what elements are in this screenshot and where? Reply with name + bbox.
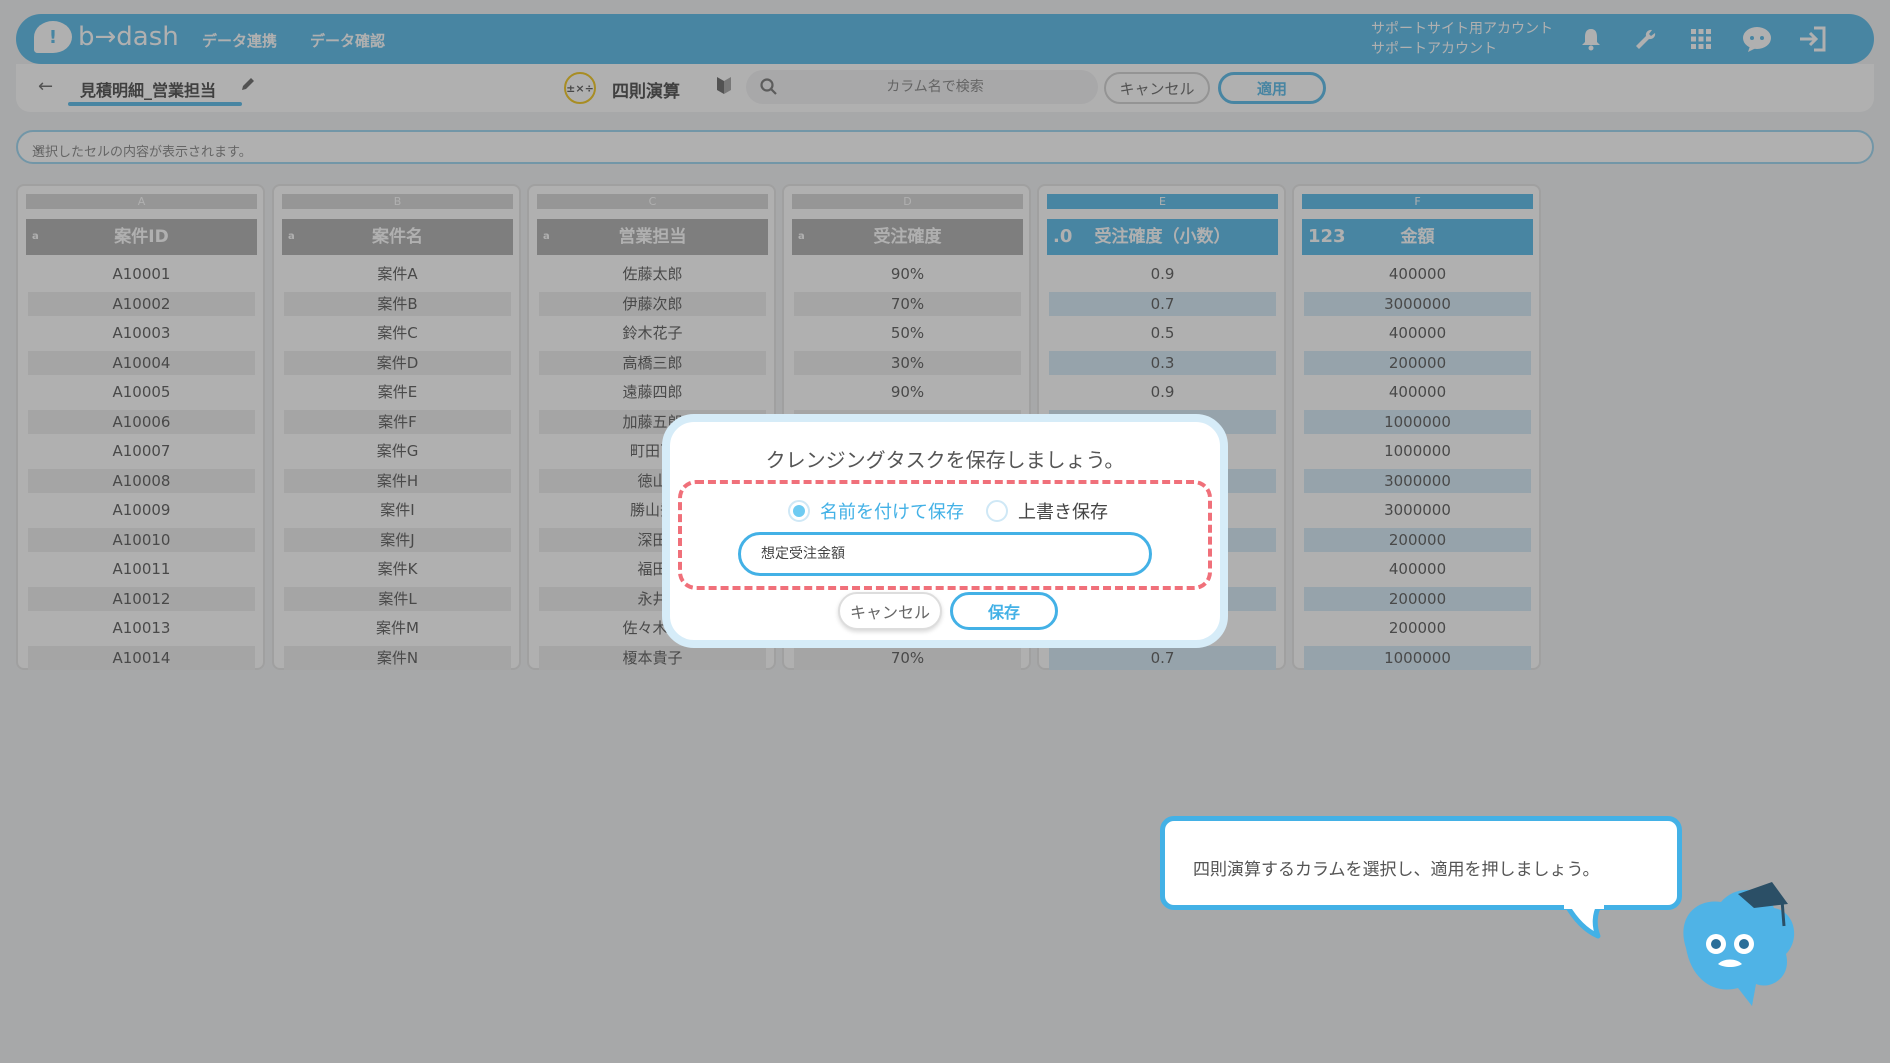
radio-save-as[interactable]: 名前を付けて保存 bbox=[788, 498, 964, 524]
radio-unselected-icon[interactable] bbox=[986, 500, 1008, 522]
guide-message: 四則演算するカラムを選択し、適用を押しましょう。 bbox=[1193, 860, 1600, 880]
save-task-dialog: クレンジングタスクを保存しましょう。 名前を付けて保存 上書き保存 想定受注金額… bbox=[662, 414, 1228, 648]
dialog-title: クレンジングタスクを保存しましょう。 bbox=[765, 448, 1125, 472]
dialog-save-button[interactable]: 保存 bbox=[950, 592, 1058, 630]
task-name-field[interactable]: 想定受注金額 bbox=[738, 532, 1152, 576]
radio-save-as-label: 名前を付けて保存 bbox=[820, 502, 964, 523]
radio-selected-icon[interactable] bbox=[788, 500, 810, 522]
radio-overwrite[interactable]: 上書き保存 bbox=[986, 498, 1108, 524]
speech-tail bbox=[1564, 904, 1604, 939]
radio-overwrite-label: 上書き保存 bbox=[1018, 502, 1108, 523]
dialog-cancel-button[interactable]: キャンセル bbox=[838, 592, 942, 630]
guide-speech-bubble: 四則演算するカラムを選択し、適用を押しましょう。 bbox=[1160, 816, 1682, 910]
brain-mascot-icon bbox=[1683, 882, 1795, 1006]
